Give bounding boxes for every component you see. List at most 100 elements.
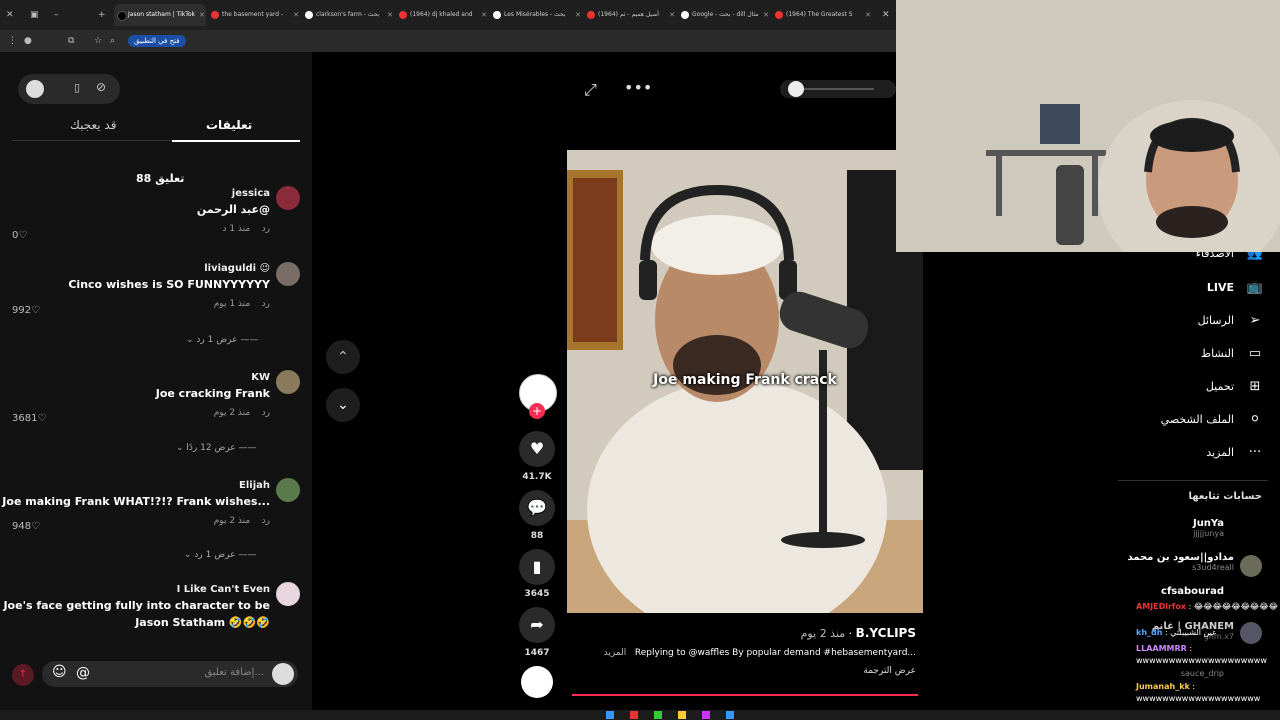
comments-tabs: قد يعجبك تعليقات	[12, 112, 300, 142]
compass-icon[interactable]: ⊘	[96, 80, 106, 94]
taskbar-app-icon[interactable]	[678, 711, 686, 719]
sidebar-item-live[interactable]: LIVE 📺	[1207, 280, 1264, 295]
browser-tab-bar: ✕ ▣ – + Jason statham | TikTok ✕ the base…	[0, 0, 896, 30]
sidebar-item-messages[interactable]: الرسائل ➢	[1198, 313, 1264, 328]
save-button[interactable]: ▮	[519, 549, 555, 585]
comment-meta: رد منذ 1 يوم	[0, 299, 270, 309]
following-item[interactable]: JunYa jjjjjunya	[1193, 518, 1224, 538]
taskbar-app-icon[interactable]	[654, 711, 662, 719]
avatar[interactable]	[276, 478, 300, 502]
phone-icon[interactable]: ▯	[74, 81, 80, 94]
avatar[interactable]	[276, 262, 300, 286]
comment-like-button[interactable]: 0♡	[12, 230, 27, 241]
browser-tab[interactable]: clarkson's farm - بحث ✕	[302, 4, 394, 26]
scroll-top-button[interactable]: ↑	[12, 664, 34, 686]
comment-author[interactable]: liviaguldi 😉	[0, 263, 270, 274]
following-item[interactable]: cfsabourad	[1161, 586, 1224, 597]
view-replies-button[interactable]: ⌄ عرض 12 ردًا ——	[176, 443, 257, 453]
emoji-icon[interactable]: ☺	[52, 664, 67, 680]
comment-button[interactable]: 💬	[519, 490, 555, 526]
volume-track	[792, 88, 874, 90]
mention-icon[interactable]: @	[76, 665, 90, 681]
reply-link[interactable]: رد	[262, 299, 270, 309]
webcam-feed	[896, 0, 1280, 252]
view-replies-button[interactable]: ⌄ عرض 1 رد ——	[184, 550, 256, 560]
view-replies-button[interactable]: ⌄ عرض 1 رد ——	[186, 335, 258, 345]
taskbar-app-icon[interactable]	[726, 711, 734, 719]
profile-icon[interactable]: ●	[24, 30, 32, 52]
menu-dots-icon[interactable]: ⋮	[8, 30, 17, 52]
theme-toggle[interactable]	[26, 80, 44, 98]
comment-item: KW Joe cracking Frank رد منذ 2 يوم	[0, 372, 270, 418]
following-item[interactable]: مدادو||سعود بن محمد s3ud4reall	[1127, 552, 1234, 572]
browser-tab[interactable]: the basement yard - ✕	[208, 4, 300, 26]
messages-icon: ➢	[1249, 313, 1261, 328]
author-name[interactable]: B.YCLIPS	[856, 626, 916, 640]
volume-slider[interactable]	[780, 80, 896, 98]
video-progress-bar[interactable]	[572, 694, 918, 696]
previous-video-button[interactable]: ⌃	[326, 340, 360, 374]
tab-close-icon[interactable]: ✕	[882, 4, 890, 26]
see-more-link[interactable]: المزيد	[604, 648, 627, 658]
browser-tab[interactable]: Google - بحث - dill مثال ✕	[678, 4, 770, 26]
like-button[interactable]: ♥	[519, 431, 555, 467]
avatar[interactable]	[1240, 555, 1262, 577]
avatar[interactable]	[276, 582, 300, 606]
comment-time: منذ 1 يوم	[213, 299, 251, 309]
reply-link[interactable]: رد	[262, 516, 270, 526]
zoom-icon[interactable]: ⌕	[110, 30, 115, 52]
add-comment-bar: @ ☺ إضافة تعليق...	[42, 661, 298, 687]
reply-link[interactable]: رد	[262, 224, 270, 234]
bookmark-star-icon[interactable]: ☆	[94, 30, 102, 52]
avatar[interactable]	[1240, 622, 1262, 644]
sidebar-item-activity[interactable]: النشاط ▭	[1201, 346, 1264, 361]
sidebar-item-upload[interactable]: تحميل ⊞	[1206, 379, 1264, 394]
comment-author[interactable]: Elijah	[0, 480, 270, 491]
tab-comments[interactable]: تعليقات	[206, 118, 252, 132]
webcam-image	[896, 0, 1280, 252]
minimize-icon[interactable]: –	[54, 4, 59, 26]
sidebar-item-more[interactable]: المزيد ···	[1206, 445, 1264, 460]
expand-icon[interactable]: ⤢	[584, 80, 597, 100]
close-window-icon[interactable]: ✕	[6, 4, 14, 26]
more-options-icon[interactable]: •••	[624, 78, 652, 97]
comment-text: Joe making Frank WHAT!?!? Frank wishes..…	[2, 495, 270, 508]
browser-tab[interactable]: Jason statham | TikTok ✕	[114, 4, 206, 26]
music-disc[interactable]	[521, 666, 553, 698]
browser-tab[interactable]: (1964) The Greatest S ✕	[772, 4, 872, 26]
tab-label: Les Misérables - بحث	[504, 11, 566, 18]
following-name: مدادو||سعود بن محمد	[1127, 552, 1234, 563]
comment-author[interactable]: I Like Can't Even	[0, 584, 270, 595]
comment-author[interactable]: KW	[0, 372, 270, 383]
avatar[interactable]	[276, 186, 300, 210]
open-in-app-button[interactable]: فتح في التطبيق	[128, 35, 186, 47]
comment-input[interactable]: إضافة تعليق...	[205, 667, 264, 678]
comment-like-button[interactable]: 948♡	[12, 521, 40, 532]
tab-you-may-like[interactable]: قد يعجبك	[70, 118, 116, 132]
browser-tab[interactable]: Les Misérables - بحث ✕	[490, 4, 582, 26]
taskbar-app-icon[interactable]	[702, 711, 710, 719]
translate-link[interactable]: عرض الترجمة	[572, 666, 916, 676]
volume-thumb[interactable]	[788, 81, 804, 97]
follow-button[interactable]: +	[529, 403, 545, 419]
comment-author[interactable]: jessica	[0, 188, 270, 199]
new-tab-icon[interactable]: +	[98, 4, 106, 26]
taskbar-app-icon[interactable]	[630, 711, 638, 719]
sidebar-item-profile[interactable]: الملف الشخصي ⚪	[1161, 412, 1264, 427]
comment-item: I Like Can't Even Joe's face getting ful…	[0, 584, 270, 629]
upload-icon: ⊞	[1249, 379, 1261, 394]
share-button[interactable]: ➦	[519, 607, 555, 643]
comment-text: Joe's face getting fully into character …	[3, 599, 270, 612]
extensions-icon[interactable]: ⧉	[68, 30, 74, 52]
comment-like-button[interactable]: 992♡	[12, 305, 40, 316]
browser-tab[interactable]: (1964) أصيل هميم - ثم ✕	[584, 4, 676, 26]
avatar[interactable]	[276, 370, 300, 394]
comment-like-button[interactable]: 3681♡	[12, 413, 46, 424]
next-video-button[interactable]: ⌄	[326, 388, 360, 422]
browser-tab[interactable]: (1964) dj khaled and ✕	[396, 4, 488, 26]
comment-text: عبد الرحمن@	[196, 203, 270, 216]
reply-link[interactable]: رد	[262, 408, 270, 418]
video-player[interactable]: Joe making Frank crack	[567, 150, 923, 613]
windows-start-icon[interactable]	[606, 711, 614, 719]
tab-search-icon[interactable]: ▣	[30, 4, 39, 26]
